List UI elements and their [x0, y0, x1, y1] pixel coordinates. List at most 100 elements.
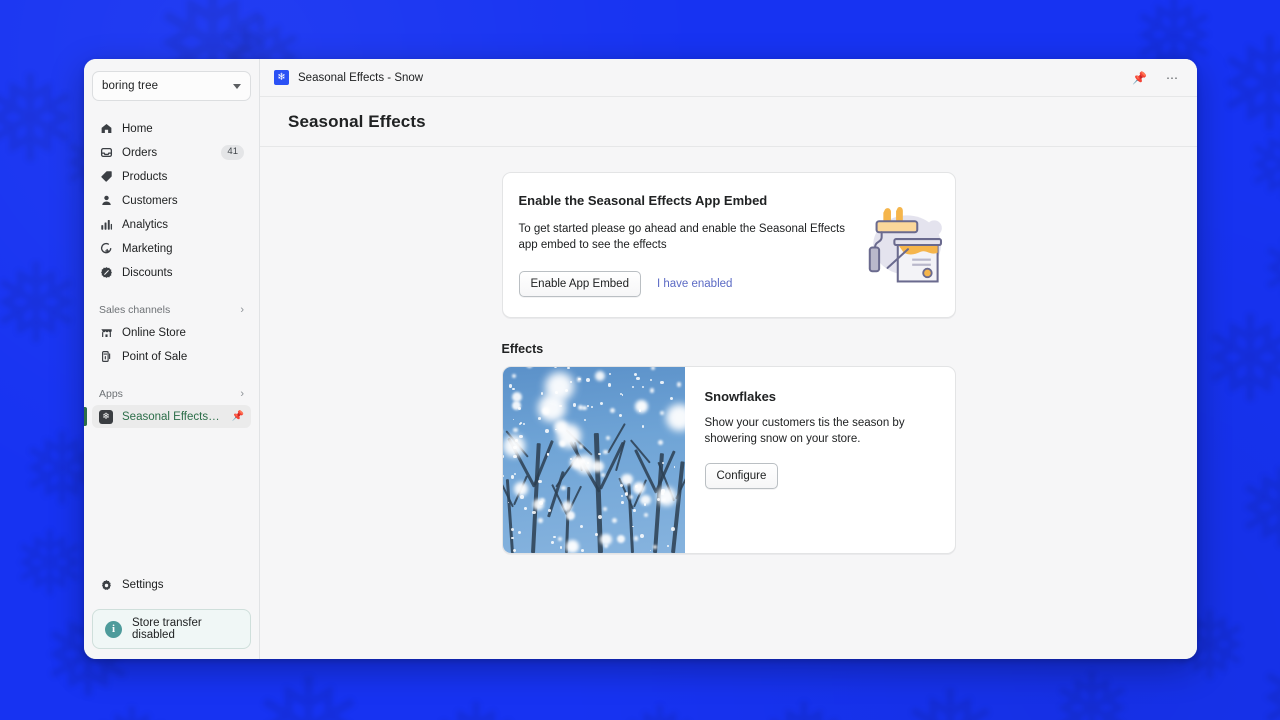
snow-particle: [577, 377, 582, 382]
snow-particle: [661, 498, 665, 502]
sidebar-item-online-store[interactable]: Online Store: [92, 321, 251, 344]
snow-particle: [520, 422, 522, 424]
snow-particle: [538, 518, 543, 523]
snow-particle: [520, 495, 524, 499]
snow-particle: [653, 545, 657, 549]
snow-particle: [526, 367, 533, 368]
snow-particle: [622, 394, 624, 396]
i-have-enabled-link[interactable]: I have enabled: [657, 278, 732, 290]
tree-branch: [531, 443, 541, 553]
discounts-icon: [99, 266, 113, 280]
snow-particle: [503, 475, 505, 478]
snow-particle: [633, 509, 636, 512]
snow-particle: [660, 381, 663, 384]
sidebar-item-discounts[interactable]: Discounts: [92, 261, 251, 284]
sidebar-item-point-of-sale[interactable]: Point of Sale: [92, 345, 251, 368]
snow-particle: [509, 384, 512, 387]
sidebar-item-marketing[interactable]: Marketing: [92, 237, 251, 260]
snow-particle: [513, 455, 516, 458]
snow-particle: [635, 400, 648, 413]
snow-particle: [591, 406, 593, 408]
effect-description: Show your customers tis the season by sh…: [705, 415, 945, 448]
snow-particle: [567, 367, 569, 369]
sidebar-item-settings[interactable]: Settings: [92, 573, 251, 597]
sidebar-item-label: Customers: [122, 195, 244, 207]
sidebar-item-analytics[interactable]: Analytics: [92, 213, 251, 236]
snow-particle: [540, 498, 545, 503]
snow-particle: [621, 501, 624, 504]
snow-particle: [579, 444, 583, 448]
sidebar-item-orders[interactable]: Orders 41: [92, 141, 251, 164]
snow-particle: [511, 537, 514, 540]
snow-particle: [666, 404, 685, 431]
snow-particle: [515, 439, 518, 442]
app-topbar: ❄ Seasonal Effects - Snow 📌 ⋯: [260, 59, 1197, 97]
point-of-sale-icon: [99, 350, 113, 364]
snow-particle: [610, 408, 615, 413]
pin-icon[interactable]: 📌: [232, 411, 244, 422]
snow-particle: [513, 549, 516, 552]
enable-app-embed-button[interactable]: Enable App Embed: [519, 271, 641, 297]
store-name: boring tree: [102, 80, 233, 92]
snow-particle: [582, 406, 587, 411]
sidebar-item-seasonal-effects[interactable]: ❄ Seasonal Effects - S... 📌: [92, 405, 251, 428]
main-area: ❄ Seasonal Effects - Snow 📌 ⋯ Seasonal E…: [260, 59, 1197, 659]
snow-particle: [671, 527, 675, 531]
snow-particle: [658, 440, 663, 445]
sidebar-item-label: Point of Sale: [122, 351, 244, 363]
app-window: boring tree Home Orders 41 Products: [84, 59, 1197, 659]
section-label: Apps: [99, 388, 240, 400]
snow-particle: [561, 486, 566, 491]
sidebar-item-label: Marketing: [122, 243, 244, 255]
snow-particle: [612, 518, 617, 523]
snow-particle: [553, 536, 555, 538]
ellipsis-horizontal-icon[interactable]: ⋯: [1161, 72, 1183, 84]
snow-particle: [598, 515, 602, 519]
sidebar-item-home[interactable]: Home: [92, 117, 251, 140]
snow-particle: [545, 372, 575, 402]
orders-count-badge: 41: [221, 145, 244, 159]
snow-particle: [595, 371, 605, 381]
snow-particle: [608, 383, 611, 386]
effect-card-body: Snowflakes Show your customers tis the s…: [685, 367, 956, 553]
snow-particle: [640, 534, 644, 538]
customers-person-icon: [99, 194, 113, 208]
snow-particle: [503, 367, 505, 370]
snowflake-app-icon: ❄: [274, 70, 289, 85]
sidebar-item-label: Home: [122, 123, 244, 135]
snow-particle: [551, 541, 554, 544]
effect-card-snowflakes: Snowflakes Show your customers tis the s…: [502, 366, 956, 554]
chevron-right-icon: ›: [240, 389, 244, 400]
snow-particle: [642, 425, 645, 428]
snow-particle: [600, 402, 603, 405]
tree-branch: [671, 461, 684, 553]
snow-particle: [532, 511, 536, 515]
snow-particle: [586, 378, 590, 382]
snowflake-app-icon: ❄: [99, 410, 113, 424]
snow-particle: [580, 525, 583, 528]
snow-particle: [650, 550, 652, 552]
app-embed-card: Enable the Seasonal Effects App Embed To…: [502, 172, 956, 318]
configure-button[interactable]: Configure: [705, 463, 779, 489]
app-embed-text: Enable the Seasonal Effects App Embed To…: [519, 193, 849, 297]
snow-particle: [634, 373, 637, 376]
store-transfer-banner[interactable]: i Store transfer disabled: [92, 609, 251, 649]
analytics-bars-icon: [99, 218, 113, 232]
snow-particle: [519, 435, 522, 438]
snow-particle: [541, 392, 543, 394]
snowy-tree-photo: [503, 367, 685, 553]
sidebar-item-products[interactable]: Products: [92, 165, 251, 188]
snow-particle: [584, 419, 586, 421]
sidebar-section-sales-channels[interactable]: Sales channels ›: [92, 299, 251, 321]
sidebar-item-customers[interactable]: Customers: [92, 189, 251, 212]
snow-particle: [545, 429, 549, 433]
storefront-icon: [99, 326, 113, 340]
tree-branch: [505, 479, 513, 553]
snow-particle: [670, 397, 673, 400]
snow-particle: [566, 540, 579, 552]
store-selector[interactable]: boring tree: [92, 71, 251, 101]
snow-particle: [629, 495, 634, 500]
pin-icon[interactable]: 📌: [1127, 72, 1152, 84]
snow-particle: [634, 536, 639, 541]
sidebar-section-apps[interactable]: Apps ›: [92, 383, 251, 405]
